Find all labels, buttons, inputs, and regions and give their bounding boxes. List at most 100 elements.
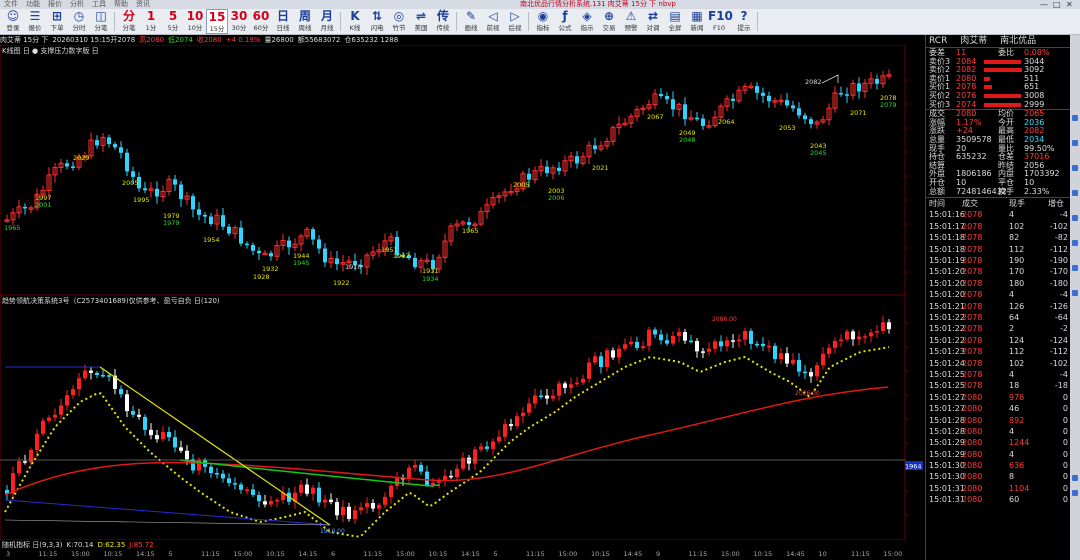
toolbar-button-预警[interactable]: ⚠ 预警 (620, 9, 642, 34)
scrollbar-marker[interactable] (1072, 140, 1078, 146)
toolbar-button-下单[interactable]: ⊞ 下单 (46, 9, 68, 34)
right-scrollbar[interactable] (1070, 35, 1080, 560)
tick-row[interactable]: 15:01:25 2078 18 -18 (926, 380, 1071, 391)
toolbar-button-月线[interactable]: 月月线 (316, 9, 338, 34)
tick-row[interactable]: 15:01:18 2078 112 -112 (926, 244, 1071, 255)
toolbar-button-画线[interactable]: ✎ 画线 (460, 9, 482, 34)
menu-item[interactable]: 文件 (4, 0, 18, 8)
tick-row[interactable]: 15:01:18 2078 82 -82 (926, 232, 1071, 243)
toolbar-button-后视[interactable]: ▷ 后视 (504, 9, 526, 34)
tick-row[interactable]: 15:01:22 2078 2 -2 (926, 323, 1071, 334)
toolbar-button-美国[interactable]: ⇌ 美国 (410, 9, 432, 34)
toolbar-button-报价[interactable]: ☰ 报价 (24, 9, 46, 34)
menu-item[interactable]: 功能 (26, 0, 40, 8)
scrollbar-marker[interactable] (1072, 215, 1078, 221)
toolbar-button-15分[interactable]: 15 15分 (206, 9, 228, 34)
tick-row[interactable]: 15:01:16 2078 4 -4 (926, 209, 1071, 220)
main-chart-svg[interactable]: 1965199720012029200519951979197919541932… (0, 44, 906, 318)
toolbar-button-K线[interactable]: K K线 (344, 9, 366, 34)
tick-row[interactable]: 15:01:19 2078 190 -190 (926, 255, 1071, 266)
tick-row[interactable]: 15:01:31 2080 1104 0 (926, 483, 1071, 494)
tick-row[interactable]: 15:01:25 2078 4 -4 (926, 369, 1071, 380)
tick-row[interactable]: 15:01:31 2080 60 0 (926, 494, 1071, 505)
toolbar-button-10分[interactable]: 10 10分 (184, 9, 206, 34)
toolbar-button-指示[interactable]: ◈ 指示 (576, 9, 598, 34)
tick-row[interactable]: 15:01:30 2080 636 0 (926, 460, 1071, 471)
scrollbar-marker[interactable] (1072, 475, 1078, 481)
toolbar-button-分笔[interactable]: ◫ 分笔 (90, 9, 112, 34)
toolbar-button-对调[interactable]: ⇄ 对调 (642, 9, 664, 34)
toolbar-icon: ƒ (562, 9, 568, 23)
toolbar-button-竹节[interactable]: ◎ 竹节 (388, 9, 410, 34)
toolbar-button-提示[interactable]: ? 提示 (733, 9, 755, 34)
toolbar-button-30分[interactable]: 30 30分 (228, 9, 250, 34)
tick-row[interactable]: 15:01:27 2080 976 0 (926, 392, 1071, 403)
tick-row[interactable]: 15:01:22 2078 64 -64 (926, 312, 1071, 323)
main-kline-chart[interactable]: K线图 日 ● 支撑压力数字版 日 1965 1997 2001 2029 2005 19… (0, 44, 906, 318)
toolbar-button-1分[interactable]: 1 1分 (140, 9, 162, 34)
trend-indicator-chart[interactable]: 趋势领航决策系统3号（C2573401689)仅供参考、盈亏自负 日(120) … (0, 294, 906, 541)
menu-item[interactable]: 资讯 (136, 0, 150, 8)
maximize-button[interactable]: □ (1053, 0, 1061, 9)
menu-item[interactable]: 报价 (48, 0, 62, 8)
tick-row[interactable]: 15:01:20 2078 180 -180 (926, 278, 1071, 289)
tick-row[interactable]: 15:01:30 2080 8 0 (926, 471, 1071, 482)
toolbar-button-登录[interactable]: ☺ 登录 (2, 9, 24, 34)
toolbar-button-传统[interactable]: 传传统 (432, 9, 454, 34)
scrollbar-marker[interactable] (1072, 290, 1078, 296)
toolbar-label: 预警 (624, 24, 638, 32)
tick-row[interactable]: 15:01:23 2078 112 -112 (926, 346, 1071, 357)
tick-cell: 2078 (962, 313, 983, 322)
candle-up (533, 395, 537, 404)
time-tick: 11:15 (201, 550, 220, 558)
time-tick: 15:00 (396, 550, 415, 558)
sub-chart-svg[interactable]: 2086.00 2026.00 1910.00 (0, 294, 906, 541)
tick-row[interactable]: 15:01:28 2080 4 0 (926, 426, 1071, 437)
tick-row[interactable]: 15:01:29 2080 1244 0 (926, 437, 1071, 448)
toolbar-button-F10[interactable]: F10 F10 (708, 9, 733, 34)
scrollbar-marker[interactable] (1072, 165, 1078, 171)
toolbar-button-公式[interactable]: ƒ 公式 (554, 9, 576, 34)
menu-item[interactable]: 帮助 (114, 0, 128, 8)
toolbar-button-交易[interactable]: ⊕ 交易 (598, 9, 620, 34)
tick-row[interactable]: 15:01:29 2080 4 0 (926, 449, 1071, 460)
toolbar-button-全屏[interactable]: ▤ 全屏 (664, 9, 686, 34)
close-button[interactable]: ✕ (1066, 0, 1073, 9)
toolbar-button-5分[interactable]: 5 5分 (162, 9, 184, 34)
toolbar-button-闪电[interactable]: ⇅ 闪电 (366, 9, 388, 34)
scrollbar-marker[interactable] (1072, 265, 1078, 271)
tick-row[interactable]: 15:01:20 2078 170 -170 (926, 266, 1071, 277)
tick-row[interactable]: 15:01:17 2078 102 -102 (926, 221, 1071, 232)
price-label: 1979 (163, 219, 180, 227)
toolbar-label: 前视 (486, 24, 500, 32)
toolbar-button-前视[interactable]: ◁ 前视 (482, 9, 504, 34)
tick-row[interactable]: 15:01:20 2078 4 -4 (926, 289, 1071, 300)
toolbar-button-指标[interactable]: ◉ 指标 (532, 9, 554, 34)
menu-item[interactable]: 工具 (92, 0, 106, 8)
candle-down (785, 100, 789, 106)
candle-up (707, 348, 711, 352)
candle-up (833, 340, 837, 348)
tick-row[interactable]: 15:01:22 2078 124 -124 (926, 335, 1071, 346)
tick-row[interactable]: 15:01:21 2078 126 -126 (926, 301, 1071, 312)
scrollbar-marker[interactable] (1072, 115, 1078, 121)
toolbar-button-日线[interactable]: 日日线 (272, 9, 294, 34)
candle-up (365, 502, 369, 508)
toolbar-button-60分[interactable]: 60 60分 (250, 9, 272, 34)
price-label: 2067 (647, 113, 664, 121)
toolbar-button-新闻[interactable]: ▦ 新闻 (686, 9, 708, 34)
scrollbar-marker[interactable] (1072, 190, 1078, 196)
toolbar-label: 10分 (187, 24, 203, 32)
scrollbar-marker[interactable] (1072, 490, 1078, 496)
tick-row[interactable]: 15:01:27 2080 46 0 (926, 403, 1071, 414)
tick-list[interactable]: 时间 成交 现手 增仓 15:01:16 2078 4 -4 15:01:17 2078 102 -1… (926, 197, 1071, 506)
menu-item[interactable]: 分析 (70, 0, 84, 8)
scrollbar-marker[interactable] (1072, 240, 1078, 246)
toolbar-button-分笔[interactable]: 分分笔 (118, 9, 140, 34)
tick-row[interactable]: 15:01:28 2080 892 0 (926, 415, 1071, 426)
toolbar-button-周线[interactable]: 周周线 (294, 9, 316, 34)
menu-bar[interactable]: 文件 功能 报价 分析 工具 帮助 资讯 (0, 0, 154, 8)
tick-row[interactable]: 15:01:24 2078 102 -102 (926, 358, 1071, 369)
toolbar-button-分时[interactable]: ◷ 分时 (68, 9, 90, 34)
minimize-button[interactable]: — (1040, 0, 1048, 9)
